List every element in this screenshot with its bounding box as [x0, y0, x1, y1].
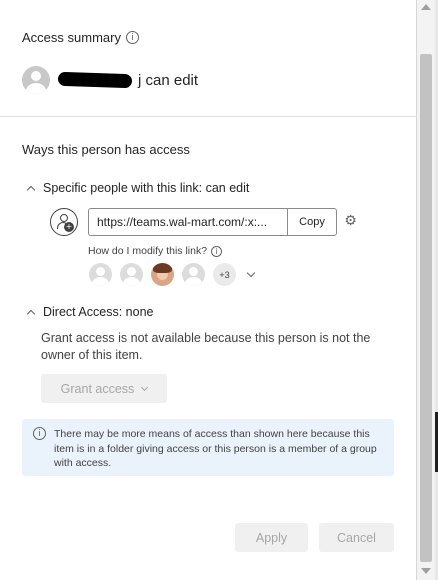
user-avatar[interactable]	[120, 263, 143, 286]
more-users-badge[interactable]: +3	[213, 263, 236, 286]
cancel-button[interactable]: Cancel	[319, 523, 394, 552]
direct-access-heading: Direct Access: none	[43, 305, 154, 319]
ways-title: Ways this person has access	[22, 142, 190, 157]
chevron-up-icon	[26, 309, 36, 318]
people-link-icon: +	[50, 208, 78, 236]
direct-access-section-toggle[interactable]: Direct Access: none	[26, 305, 154, 319]
user-avatar[interactable]	[182, 263, 205, 286]
chevron-down-icon	[141, 383, 149, 391]
link-url-field[interactable]: https://teams.wal-mart.com/:x:...	[88, 208, 288, 236]
access-summary-title: Access summary	[22, 30, 121, 45]
scroll-down-arrow-icon[interactable]	[421, 568, 431, 574]
gear-icon[interactable]: ⚙	[343, 214, 358, 229]
info-icon: i	[211, 245, 223, 257]
person-permission-label: j can edit	[138, 71, 199, 89]
vertical-scrollbar[interactable]	[417, 0, 435, 580]
grant-access-label: Grant access	[60, 381, 135, 396]
avatar	[22, 66, 50, 94]
shared-users-avatars: +3	[89, 263, 256, 286]
modify-link-text: How do I modify this link?	[88, 245, 208, 257]
access-summary-panel: Access summary i j can edit Ways this pe…	[0, 0, 417, 580]
scrollbar-thumb[interactable]	[420, 54, 432, 562]
specific-people-heading: Specific people with this link: can edit	[43, 181, 250, 195]
access-notice-text: There may be more means of access than s…	[54, 428, 377, 469]
user-avatar[interactable]	[89, 263, 112, 286]
photo-avatar[interactable]	[151, 263, 174, 286]
grant-access-message: Grant access is not available because th…	[41, 331, 371, 362]
info-icon: i	[33, 427, 46, 440]
scroll-up-arrow-icon[interactable]	[421, 4, 431, 10]
specific-people-section-toggle[interactable]: Specific people with this link: can edit	[26, 181, 250, 195]
grant-access-button[interactable]: Grant access	[41, 374, 167, 403]
access-summary-header: Access summary i	[22, 30, 139, 45]
divider	[0, 116, 417, 117]
copy-button[interactable]: Copy	[287, 208, 337, 236]
info-icon[interactable]: i	[125, 31, 139, 44]
chevron-down-icon[interactable]	[246, 268, 256, 277]
access-notice: i There may be more means of access than…	[22, 419, 394, 476]
redacted-name	[57, 71, 133, 89]
person-row: j can edit	[22, 66, 198, 94]
modify-link-help[interactable]: How do I modify this link? i	[88, 245, 223, 257]
chevron-up-icon	[26, 185, 36, 194]
apply-button[interactable]: Apply	[235, 523, 308, 552]
